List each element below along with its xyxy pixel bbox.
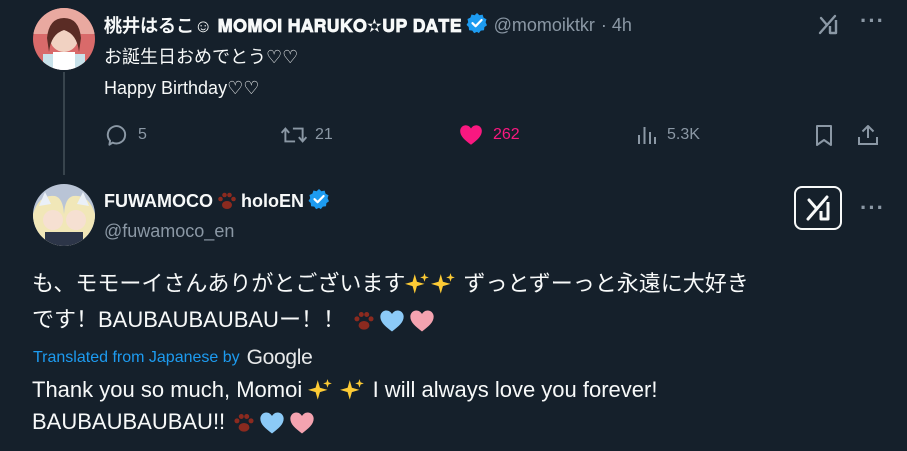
tweet-text-line-2: Happy Birthday♡♡ — [104, 78, 260, 98]
blue-heart-icon — [260, 412, 284, 434]
sparkles-icon — [405, 273, 430, 294]
pink-heart-icon — [410, 310, 434, 332]
blue-heart-icon — [380, 310, 404, 332]
grok-icon[interactable] — [816, 12, 840, 36]
views-count: 5.3K — [667, 126, 700, 143]
tweet-text-segment: ずっとずーっと永遠に大好き — [457, 271, 749, 296]
tweet-text-segment: も、モモーイさんありがとございます — [32, 271, 406, 296]
like-count: 262 — [493, 126, 520, 143]
reply-button[interactable]: 5 — [104, 122, 147, 148]
translated-label: Translated from Japanese by — [33, 349, 240, 366]
reply-icon — [106, 125, 127, 146]
like-icon — [460, 125, 482, 145]
avatar-fuwamoco[interactable] — [33, 184, 95, 246]
share-button[interactable] — [856, 122, 880, 148]
display-name-part-2[interactable]: holoEN — [241, 191, 304, 212]
translation-line-2: BAUBAUBAUBAU!! — [32, 406, 317, 438]
paw-icon — [218, 192, 236, 209]
translation-line-1: Thank you so much, Momoi I will always l… — [32, 374, 657, 406]
thread-line — [63, 72, 65, 175]
share-icon — [858, 125, 878, 145]
handle[interactable]: @momoiktkr — [494, 15, 595, 36]
bookmark-icon — [816, 125, 832, 146]
timestamp[interactable]: · 4h — [601, 15, 632, 36]
translation-attribution[interactable]: Translated from Japanese by Google — [33, 346, 313, 370]
tweet-text-line-2: です！BAUBAUBAUBAUー！！ — [32, 304, 437, 336]
sparkles-icon — [308, 379, 333, 400]
translation-segment: Thank you so much, Momoi — [32, 377, 309, 402]
translation-segment: I will always love you forever! — [366, 377, 658, 402]
views-icon — [638, 127, 656, 144]
paw-icon — [354, 312, 374, 330]
tweet-text-line-1: お誕生日おめでとう♡♡ — [104, 47, 299, 67]
like-button[interactable]: 262 — [458, 122, 520, 148]
sparkles-icon — [340, 379, 365, 400]
display-name[interactable]: 桃井はるこ☺ 𝐌𝐎𝐌𝐎𝐈 𝐇𝐀𝐑𝐔𝐊𝐎✫𝐔𝐏 𝐃𝐀𝐓𝐄 — [104, 12, 462, 38]
action-bar: 5 21 262 5.3K — [104, 122, 884, 148]
handle[interactable]: @fuwamoco_en — [104, 221, 234, 242]
tweet-text-line-1: も、モモーイさんありがとございます ずっとずーっと永遠に大好き — [32, 268, 749, 300]
reply-count: 5 — [138, 126, 147, 143]
paw-icon — [234, 414, 254, 432]
translation-segment: BAUBAUBAUBAU!! — [32, 409, 232, 434]
pink-heart-icon — [290, 412, 314, 434]
display-name-part-1[interactable]: FUWAMOCO — [104, 191, 213, 212]
verified-icon — [466, 12, 488, 39]
google-logo: Google — [246, 346, 313, 369]
more-icon[interactable]: ··· — [860, 10, 885, 32]
more-icon[interactable]: ··· — [860, 197, 885, 219]
views-button[interactable]: 5.3K — [635, 122, 700, 148]
bookmark-button[interactable] — [812, 122, 836, 148]
retweet-button[interactable]: 21 — [280, 122, 333, 148]
retweet-count: 21 — [315, 126, 333, 143]
sparkles-icon — [431, 273, 456, 294]
avatar-momoi[interactable] — [33, 8, 95, 70]
grok-icon[interactable] — [794, 186, 842, 230]
retweet-icon — [280, 127, 308, 143]
tweet-text-segment: です！BAUBAUBAUBAUー！！ — [32, 307, 345, 332]
verified-icon — [308, 188, 330, 215]
